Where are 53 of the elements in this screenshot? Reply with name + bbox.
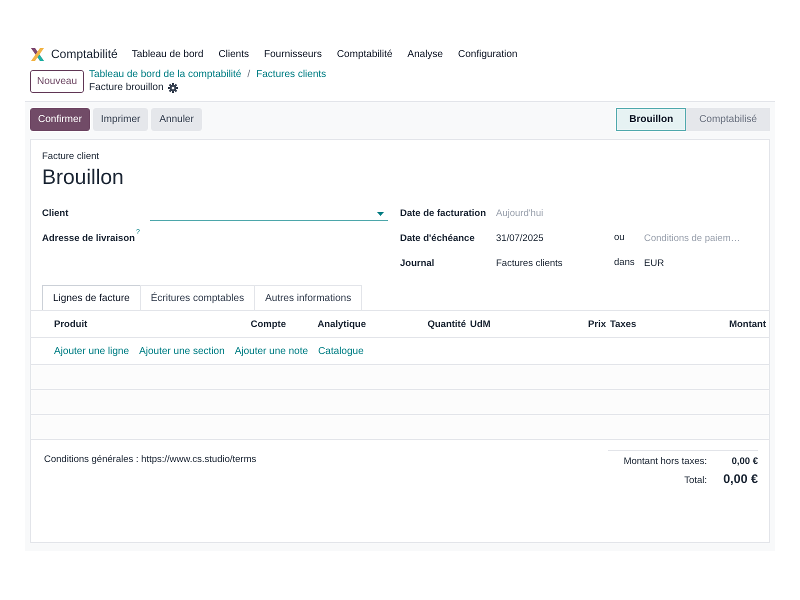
column-header[interactable]: Montant	[660, 318, 770, 330]
menu-item[interactable]: Clients	[218, 48, 250, 60]
confirm-button[interactable]: Confirmer	[30, 108, 90, 130]
tab[interactable]: Écritures comptables	[140, 285, 256, 310]
field-value[interactable]: 31/07/2025	[496, 233, 614, 250]
column-header[interactable]: Prix	[520, 318, 610, 330]
field-label: Client	[42, 208, 70, 221]
breadcrumb-separator: /	[247, 68, 250, 81]
breadcrumb-link[interactable]: Factures clients	[256, 68, 326, 81]
field-label: Journal	[400, 258, 436, 271]
menu-item[interactable]: Configuration	[458, 48, 518, 60]
help-mark[interactable]: ?	[136, 229, 150, 236]
tab[interactable]: Autres informations	[254, 285, 362, 310]
menu-item[interactable]: Comptabilité	[336, 48, 392, 60]
column-header[interactable]: Taxes	[610, 318, 660, 330]
caret-icon	[377, 212, 384, 216]
new-button[interactable]: Nouveau	[30, 70, 84, 92]
app-name[interactable]: Comptabilité	[51, 47, 118, 61]
total-label: Montant hors taxes:	[624, 456, 707, 467]
settings-icon[interactable]	[168, 82, 178, 92]
record-title: Facture brouillon	[89, 81, 164, 94]
terms-text: Conditions générales : https://www.cs.studio/terms	[44, 453, 256, 467]
form-type-label: Facture client	[42, 151, 100, 162]
column-header[interactable]: Compte	[226, 318, 290, 330]
total-value: 0,00 €	[730, 456, 758, 467]
column-header[interactable]: Analytique	[290, 318, 370, 330]
add-link[interactable]: Ajouter une ligne	[54, 346, 130, 356]
field-label: Date d'échéance	[400, 233, 476, 246]
action-button[interactable]: Annuler	[151, 108, 202, 130]
add-link[interactable]: Ajouter une section	[139, 346, 225, 356]
menu-item[interactable]: Tableau de bord	[132, 48, 204, 60]
form-title: Brouillon	[42, 166, 125, 190]
status-step[interactable]: Comptabilisé	[686, 108, 770, 130]
column-header[interactable]: Quantité	[370, 318, 470, 330]
action-button[interactable]: Imprimer	[92, 108, 148, 130]
tab[interactable]: Lignes de facture	[42, 285, 141, 310]
menu-item[interactable]: Fournisseurs	[264, 48, 322, 60]
field-label: Date de facturation	[400, 208, 488, 221]
breadcrumb-link[interactable]: Tableau de bord de la comptabilité	[89, 68, 242, 81]
field-label: Adresse de livraison	[42, 233, 136, 246]
field-connector: dans	[614, 257, 636, 270]
column-header[interactable]: UdM	[470, 318, 520, 330]
field-value[interactable]: EUR	[644, 258, 664, 275]
field-value[interactable]: Factures clients	[496, 258, 614, 275]
menu-item[interactable]: Analyse	[407, 48, 443, 60]
column-header[interactable]: Produit	[54, 318, 226, 330]
app-logo-icon[interactable]	[30, 46, 45, 62]
status-step[interactable]: Brouillon	[616, 108, 686, 130]
add-link[interactable]: Catalogue	[318, 346, 364, 356]
total-label: Total:	[684, 475, 707, 486]
add-link[interactable]: Ajouter une note	[234, 346, 308, 356]
field-connector: ou	[614, 232, 626, 245]
total-value: 0,00 €	[722, 472, 758, 486]
